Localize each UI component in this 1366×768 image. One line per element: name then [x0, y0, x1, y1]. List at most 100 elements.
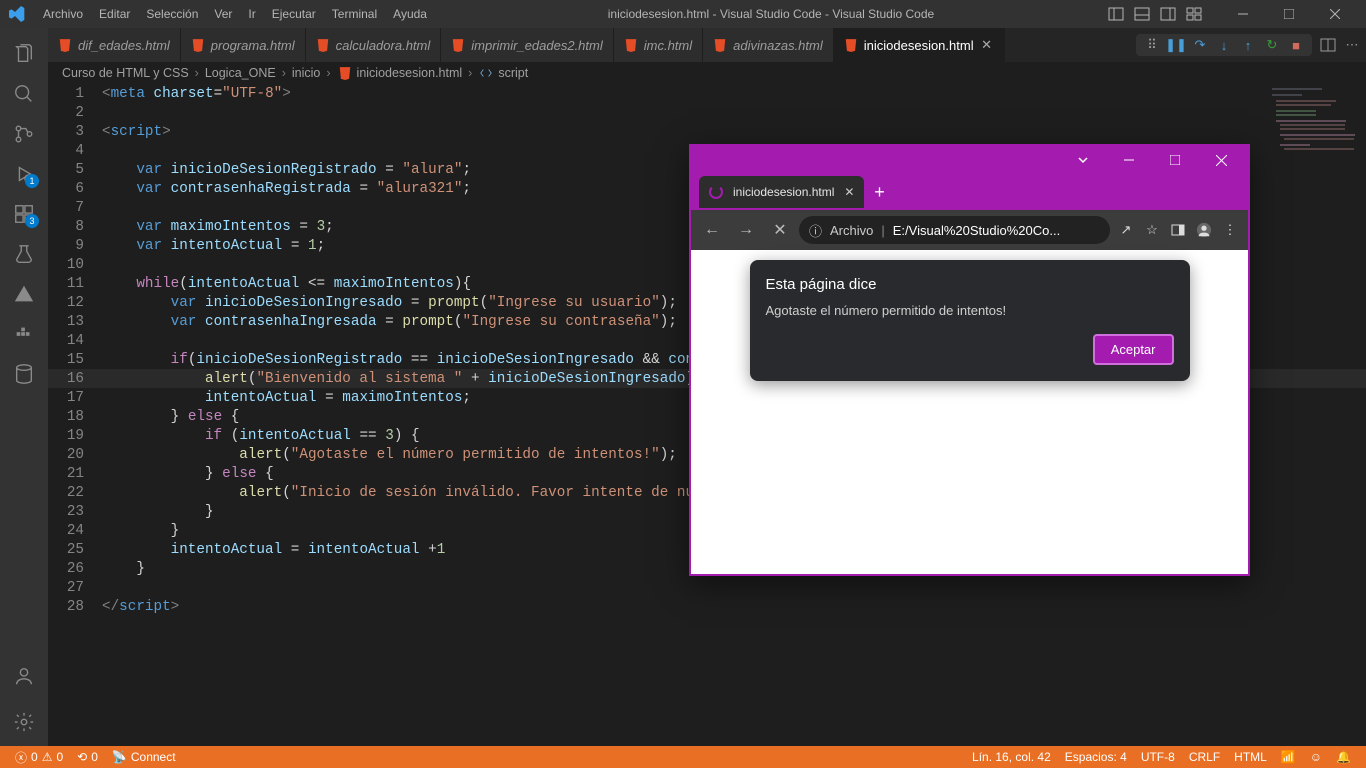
restart-icon[interactable]: ↻	[1264, 37, 1280, 53]
editor-tab[interactable]: adivinazas.html	[703, 28, 834, 62]
breadcrumb-part[interactable]: Curso de HTML y CSS	[62, 66, 189, 80]
testing-icon[interactable]	[0, 234, 48, 274]
maximize-button[interactable]	[1266, 0, 1312, 28]
language-mode[interactable]: HTML	[1227, 750, 1274, 764]
code-line[interactable]: 3<script>	[48, 122, 1366, 141]
line-number: 14	[48, 333, 102, 349]
profile-icon[interactable]	[1196, 222, 1212, 238]
step-over-icon[interactable]: ↷	[1192, 37, 1208, 53]
share-icon[interactable]: ↗	[1118, 222, 1134, 238]
drag-handle-icon[interactable]: ⠿	[1144, 37, 1160, 53]
eol[interactable]: CRLF	[1182, 750, 1227, 764]
feedback-icon[interactable]: ☺	[1303, 750, 1329, 764]
menu-archivo[interactable]: Archivo	[36, 7, 90, 21]
code-line[interactable]: 1<meta charset="UTF-8">	[48, 84, 1366, 103]
code-line[interactable]: 27	[48, 578, 1366, 597]
breadcrumb-part[interactable]: inicio	[292, 66, 321, 80]
back-icon[interactable]: ←	[697, 221, 727, 239]
url-bar[interactable]: ⓘ Archivo | E:/Visual%20Studio%20Co...	[799, 216, 1110, 244]
database-icon[interactable]	[0, 354, 48, 394]
editor-tab[interactable]: programa.html	[181, 28, 306, 62]
azure-icon[interactable]	[0, 274, 48, 314]
dialog-accept-button[interactable]: Aceptar	[1093, 334, 1174, 365]
side-panel-icon[interactable]	[1170, 222, 1186, 238]
run-debug-icon[interactable]	[0, 154, 48, 194]
line-number: 9	[48, 238, 102, 254]
browser-maximize-button[interactable]	[1152, 147, 1198, 173]
editor-tab[interactable]: imprimir_edades2.html	[441, 28, 614, 62]
editor-tab[interactable]: imc.html	[614, 28, 703, 62]
pause-icon[interactable]: ❚❚	[1168, 37, 1184, 53]
menu-ir[interactable]: Ir	[241, 7, 262, 21]
line-number: 24	[48, 523, 102, 539]
menu-ejecutar[interactable]: Ejecutar	[265, 7, 323, 21]
browser-menu-icon[interactable]: ⋮	[1222, 222, 1238, 238]
explorer-icon[interactable]	[0, 34, 48, 74]
line-number: 12	[48, 295, 102, 311]
browser-minimize-button[interactable]	[1106, 147, 1152, 173]
settings-icon[interactable]	[0, 702, 48, 742]
breadcrumb-part[interactable]: iniciodesesion.html	[357, 66, 463, 80]
close-icon[interactable]: ✕	[980, 37, 994, 53]
panel-left-icon[interactable]	[1108, 6, 1124, 22]
minimap[interactable]	[1266, 84, 1366, 284]
line-number: 3	[48, 124, 102, 140]
menu-terminal[interactable]: Terminal	[325, 7, 384, 21]
tab-close-icon[interactable]: ✕	[844, 185, 854, 199]
minimize-button[interactable]	[1220, 0, 1266, 28]
editor-tab[interactable]: dif_edades.html	[48, 28, 181, 62]
extensions-icon[interactable]	[0, 194, 48, 234]
browser-tab[interactable]: iniciodesesion.html ✕	[699, 176, 864, 208]
port-forward[interactable]: ⟲0	[70, 750, 105, 764]
line-number: 19	[48, 428, 102, 444]
docker-icon[interactable]	[0, 314, 48, 354]
indentation[interactable]: Espacios: 4	[1058, 750, 1134, 764]
error-icon: ⓧ	[15, 749, 27, 766]
account-icon[interactable]	[0, 656, 48, 696]
encoding[interactable]: UTF-8	[1134, 750, 1182, 764]
source-control-icon[interactable]	[0, 114, 48, 154]
editor-tab[interactable]: calculadora.html	[306, 28, 442, 62]
more-actions-icon[interactable]: ⋯	[1344, 37, 1360, 53]
editor-tab[interactable]: iniciodesesion.html ✕	[834, 28, 1005, 62]
activity-bar	[0, 28, 48, 746]
notifications-icon[interactable]: 🔔	[1329, 750, 1358, 764]
stop-icon[interactable]: ■	[1288, 37, 1304, 53]
stop-reload-icon[interactable]: ✕	[765, 220, 795, 240]
html5-icon	[337, 65, 353, 81]
tab-label: imc.html	[644, 38, 692, 53]
bookmark-icon[interactable]: ☆	[1144, 222, 1160, 238]
new-tab-button[interactable]: +	[864, 177, 894, 207]
tab-label: iniciodesesion.html	[864, 38, 974, 53]
cursor-position[interactable]: Lín. 16, col. 42	[965, 750, 1058, 764]
line-number: 10	[48, 257, 102, 273]
breadcrumb-part[interactable]: Logica_ONE	[205, 66, 276, 80]
search-icon[interactable]	[0, 74, 48, 114]
menu-ver[interactable]: Ver	[207, 7, 239, 21]
port-icon: ⟲	[77, 750, 87, 764]
line-number: 23	[48, 504, 102, 520]
chevron-down-icon[interactable]	[1060, 147, 1106, 173]
close-button[interactable]	[1312, 0, 1358, 28]
step-into-icon[interactable]: ↓	[1216, 37, 1232, 53]
menu-ayuda[interactable]: Ayuda	[386, 7, 434, 21]
browser-toolbar: ← → ✕ ⓘ Archivo | E:/Visual%20Studio%20C…	[691, 210, 1248, 250]
title-bar: Archivo Editar Selección Ver Ir Ejecutar…	[0, 0, 1366, 28]
code-line[interactable]: 28</script>	[48, 597, 1366, 616]
browser-close-button[interactable]	[1198, 147, 1244, 173]
split-editor-icon[interactable]	[1320, 37, 1336, 53]
connect-button[interactable]: 📡Connect	[105, 750, 183, 764]
menu-seleccion[interactable]: Selección	[139, 7, 205, 21]
panel-bottom-icon[interactable]	[1134, 6, 1150, 22]
panel-right-icon[interactable]	[1160, 6, 1176, 22]
forward-icon[interactable]: →	[731, 221, 761, 239]
errors-warnings[interactable]: ⓧ0 ⚠0	[8, 749, 70, 766]
line-number: 25	[48, 542, 102, 558]
breadcrumb-part[interactable]: script	[498, 66, 528, 80]
customize-layout-icon[interactable]	[1186, 6, 1202, 22]
go-live-icon[interactable]: 📶	[1274, 750, 1303, 764]
breadcrumb[interactable]: Curso de HTML y CSS› Logica_ONE› inicio›…	[48, 62, 1366, 84]
code-line[interactable]: 2	[48, 103, 1366, 122]
step-out-icon[interactable]: ↑	[1240, 37, 1256, 53]
menu-editar[interactable]: Editar	[92, 7, 137, 21]
